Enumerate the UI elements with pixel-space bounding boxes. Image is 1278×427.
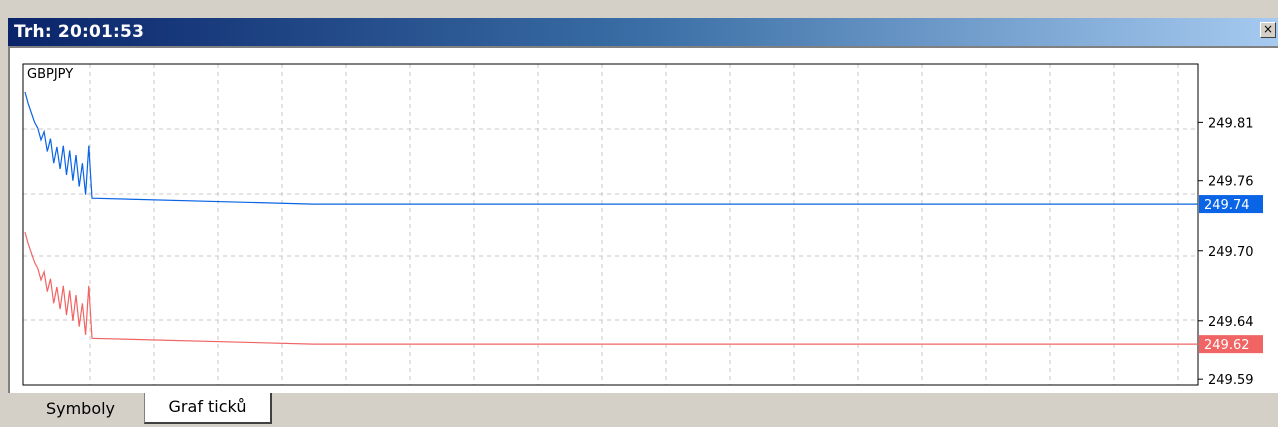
y-tick-label: 249.76 <box>1208 175 1254 190</box>
chart-symbol-label: GBPJPY <box>27 67 73 82</box>
tab-bar: Symboly Graf ticků <box>8 393 1278 427</box>
close-button[interactable]: × <box>1260 22 1276 38</box>
window-title: Trh: 20:01:53 <box>14 22 145 42</box>
tab-symbols-label: Symboly <box>45 399 116 418</box>
current-price-label: 249.74 <box>1204 198 1250 213</box>
series-line-bid <box>24 91 1198 205</box>
series-line-ask <box>24 231 1198 345</box>
y-tick-label: 249.64 <box>1208 315 1254 330</box>
tab-symbols[interactable]: Symboly <box>16 393 146 424</box>
y-tick-label: 249.59 <box>1208 373 1254 388</box>
tick-chart[interactable]: GBPJPY 249.81 249.76 249.70 249.64 249.59 249.… <box>10 48 1278 395</box>
y-tick-label: 249.81 <box>1208 116 1254 131</box>
tab-tick-chart[interactable]: Graf ticků <box>144 393 272 424</box>
window-titlebar: Trh: 20:01:53 × <box>8 18 1278 46</box>
tick-chart-panel: GBPJPY 249.81 249.76 249.70 249.64 249.59 249.… <box>8 46 1278 395</box>
plot-border <box>22 63 1199 386</box>
current-price-label: 249.62 <box>1204 338 1250 353</box>
close-icon: × <box>1262 22 1274 36</box>
y-tick-label: 249.70 <box>1208 245 1254 260</box>
tab-tick-chart-label: Graf ticků <box>168 397 247 416</box>
